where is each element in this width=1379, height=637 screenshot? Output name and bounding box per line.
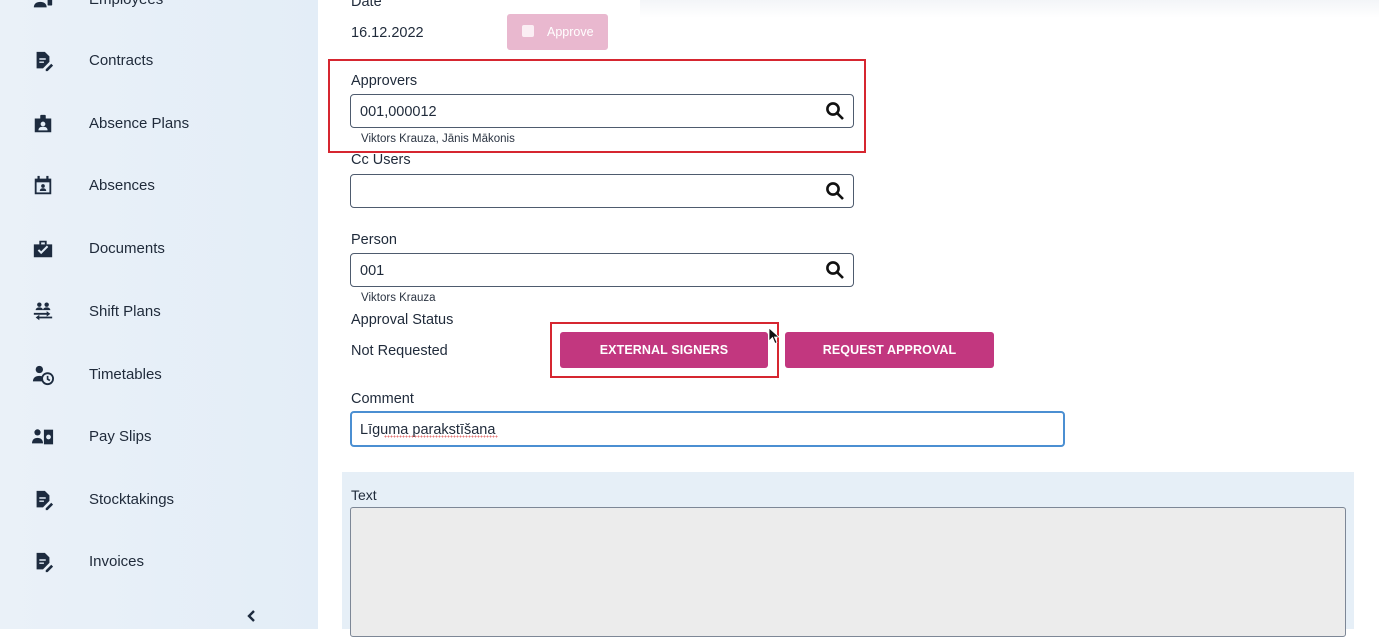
sidebar-item-label: Documents (89, 240, 165, 257)
person-label: Person (351, 232, 397, 248)
date-value: 16.12.2022 (351, 25, 424, 41)
comment-label: Comment (351, 391, 414, 407)
sidebar-item-documents[interactable]: Documents (0, 229, 318, 269)
sidebar-item-contracts[interactable]: Contracts (0, 41, 318, 81)
comment-field[interactable] (350, 411, 1065, 447)
person-field[interactable] (350, 253, 854, 287)
person-name: Viktors Krauza (361, 292, 436, 304)
external-signers-button[interactable]: EXTERNAL SIGNERS (560, 332, 768, 368)
sidebar-collapse-button[interactable] (241, 607, 263, 629)
sidebar-item-employees[interactable]: Employees (0, 0, 318, 20)
person-money-icon (31, 425, 55, 449)
approval-status-label: Approval Status (351, 312, 454, 328)
person-badge-icon (31, 0, 55, 12)
date-label: Date (351, 0, 382, 10)
approvers-label: Approvers (351, 73, 418, 89)
search-icon[interactable] (825, 260, 847, 282)
person-clock-icon (31, 363, 55, 387)
calendar-person-icon (31, 174, 55, 198)
approve-checkbox[interactable] (522, 25, 534, 37)
approve-button-label: Approve (547, 25, 594, 39)
sidebar-item-timetables[interactable]: Timetables (0, 355, 318, 395)
text-editor[interactable] (350, 507, 1346, 637)
sidebar-item-stocktakings[interactable]: Stocktakings (0, 480, 318, 520)
cc-users-field[interactable] (350, 174, 854, 208)
cc-users-label: Cc Users (351, 152, 411, 168)
briefcase-check-icon (31, 237, 55, 261)
comment-input[interactable] (360, 421, 1050, 439)
sidebar-item-invoices[interactable]: Invoices (0, 542, 318, 582)
sidebar: Employees Contracts Absence Plans Absenc… (0, 0, 318, 629)
document-edit-icon (31, 49, 55, 73)
sidebar-item-absences[interactable]: Absences (0, 166, 318, 206)
approvers-field[interactable] (350, 94, 854, 128)
sidebar-item-label: Absence Plans (89, 115, 190, 132)
sidebar-item-label: Pay Slips (89, 428, 152, 445)
sidebar-item-shift-plans[interactable]: Shift Plans (0, 292, 318, 332)
badge-icon (31, 112, 55, 136)
cc-users-input[interactable] (360, 182, 800, 202)
sidebar-item-label: Invoices (89, 553, 145, 570)
mouse-cursor-icon (768, 327, 781, 345)
sidebar-item-label: Shift Plans (89, 303, 161, 320)
approvers-names: Viktors Krauza, Jānis Mākonis (361, 133, 515, 145)
approve-button[interactable]: Approve (507, 14, 608, 50)
sidebar-item-label: Employees (89, 0, 163, 8)
approval-status-value: Not Requested (351, 343, 448, 359)
approvers-input[interactable] (360, 102, 800, 122)
document-edit-icon (31, 488, 55, 512)
person-input[interactable] (360, 261, 800, 281)
sidebar-item-pay-slips[interactable]: Pay Slips (0, 417, 318, 457)
document-edit-icon (31, 550, 55, 574)
people-arrows-icon (31, 300, 55, 324)
request-approval-button[interactable]: REQUEST APPROVAL (785, 332, 994, 368)
sidebar-item-label: Absences (89, 177, 155, 194)
search-icon[interactable] (825, 101, 847, 123)
top-fade (640, 0, 1379, 18)
text-label: Text (351, 487, 377, 503)
chevron-left-icon (245, 609, 259, 628)
sidebar-item-label: Contracts (89, 52, 154, 69)
sidebar-item-absence-plans[interactable]: Absence Plans (0, 104, 318, 144)
sidebar-item-label: Stocktakings (89, 491, 175, 508)
sidebar-item-label: Timetables (89, 366, 162, 383)
search-icon[interactable] (825, 181, 847, 203)
